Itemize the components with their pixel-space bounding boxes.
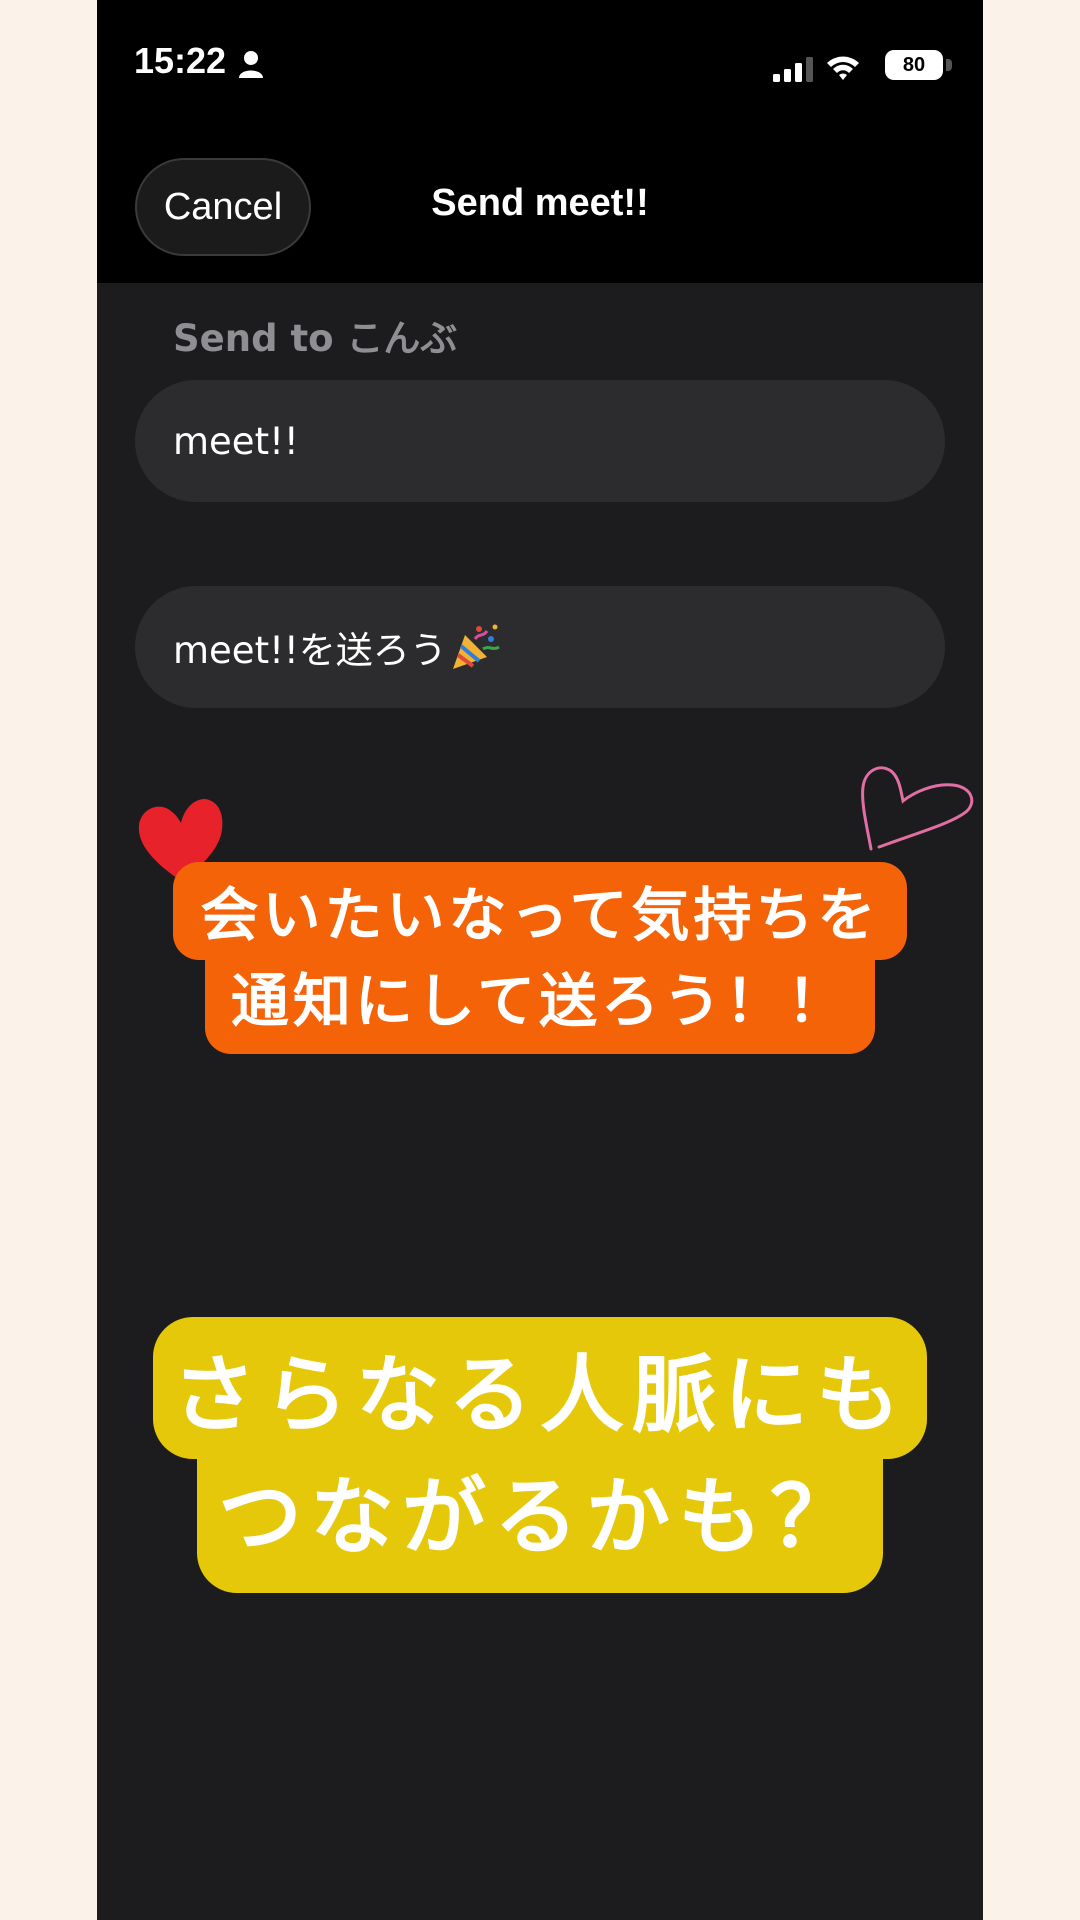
person-icon — [239, 51, 263, 78]
meet-title-field[interactable]: meet!! — [135, 380, 945, 502]
wifi-icon — [827, 56, 859, 80]
meet-title-value: meet!! — [173, 419, 299, 463]
caption-banner-yellow: さらなる人脈にも つながるかも？ — [153, 1317, 927, 1593]
caption-orange-line2: 通知にして送ろう！！ — [205, 958, 875, 1054]
caption-orange-line1: 会いたいなって気持ちを — [173, 862, 907, 960]
status-indicators: 80 — [755, 46, 955, 82]
meet-message-value: meet!!を送ろう — [173, 629, 447, 672]
party-popper-icon — [452, 624, 500, 669]
caption-yellow-line2: つながるかも？ — [197, 1457, 883, 1593]
top-bar: 15:22 80 Cancel Send meet!! — [97, 0, 983, 283]
caption-yellow-line1: さらなる人脈にも — [153, 1317, 927, 1459]
caption-banner-orange: 会いたいなって気持ちを 通知にして送ろう！！ — [173, 862, 907, 1054]
cellular-signal-icon — [773, 57, 813, 82]
battery-tip — [946, 59, 952, 71]
status-time: 15:22 — [134, 40, 227, 81]
page-title: Send meet!! — [431, 182, 649, 224]
battery-icon: 80 — [885, 50, 955, 80]
battery-level: 80 — [885, 50, 943, 80]
meet-message-field[interactable]: meet!!を送ろう — [135, 586, 945, 708]
pink-heart-outline-icon — [861, 766, 974, 851]
send-to-label: Send to こんぶ — [173, 317, 458, 360]
phone-screen: 15:22 80 Cancel Send meet!! Send to こんぶ … — [97, 0, 983, 1920]
